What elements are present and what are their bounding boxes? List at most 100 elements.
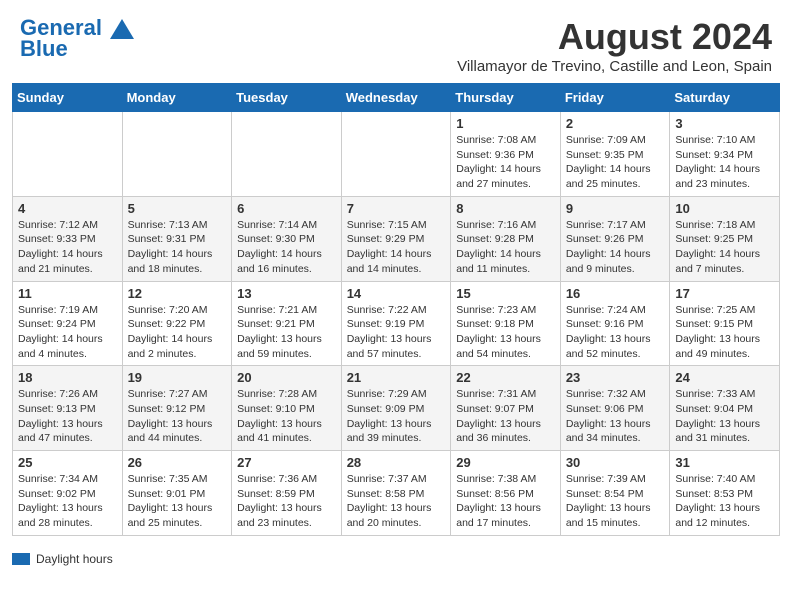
calendar-cell: 27 Sunrise: 7:36 AMSunset: 8:59 PMDayligh…: [232, 451, 342, 536]
day-number: 22: [456, 370, 555, 385]
legend-color-box: [12, 553, 30, 565]
day-number: 13: [237, 286, 336, 301]
day-number: 21: [347, 370, 446, 385]
day-number: 14: [347, 286, 446, 301]
calendar-cell: 22 Sunrise: 7:31 AMSunset: 9:07 PMDayligh…: [451, 366, 561, 451]
calendar-cell: 21 Sunrise: 7:29 AMSunset: 9:09 PMDayligh…: [341, 366, 451, 451]
day-number: 28: [347, 455, 446, 470]
day-info: Sunrise: 7:27 AMSunset: 9:12 PMDaylight:…: [128, 387, 227, 446]
day-info: Sunrise: 7:40 AMSunset: 8:53 PMDaylight:…: [675, 472, 774, 531]
day-info: Sunrise: 7:09 AMSunset: 9:35 PMDaylight:…: [566, 133, 665, 192]
day-info: Sunrise: 7:28 AMSunset: 9:10 PMDaylight:…: [237, 387, 336, 446]
day-info: Sunrise: 7:31 AMSunset: 9:07 PMDaylight:…: [456, 387, 555, 446]
calendar-subtitle: Villamayor de Trevino, Castille and Leon…: [457, 58, 772, 75]
day-info: Sunrise: 7:36 AMSunset: 8:59 PMDaylight:…: [237, 472, 336, 531]
day-info: Sunrise: 7:19 AMSunset: 9:24 PMDaylight:…: [18, 303, 117, 362]
day-info: Sunrise: 7:17 AMSunset: 9:26 PMDaylight:…: [566, 218, 665, 277]
calendar-container: SundayMondayTuesdayWednesdayThursdayFrid…: [0, 83, 792, 548]
day-number: 8: [456, 201, 555, 216]
day-number: 9: [566, 201, 665, 216]
day-header-friday: Friday: [560, 84, 670, 112]
week-row-3: 18 Sunrise: 7:26 AMSunset: 9:13 PMDayligh…: [13, 366, 780, 451]
calendar-cell: 11 Sunrise: 7:19 AMSunset: 9:24 PMDayligh…: [13, 281, 123, 366]
calendar-cell: 2 Sunrise: 7:09 AMSunset: 9:35 PMDaylight…: [560, 112, 670, 197]
day-info: Sunrise: 7:24 AMSunset: 9:16 PMDaylight:…: [566, 303, 665, 362]
day-header-monday: Monday: [122, 84, 232, 112]
calendar-cell: [232, 112, 342, 197]
day-info: Sunrise: 7:22 AMSunset: 9:19 PMDaylight:…: [347, 303, 446, 362]
day-number: 4: [18, 201, 117, 216]
day-info: Sunrise: 7:15 AMSunset: 9:29 PMDaylight:…: [347, 218, 446, 277]
day-info: Sunrise: 7:32 AMSunset: 9:06 PMDaylight:…: [566, 387, 665, 446]
calendar-header-row: SundayMondayTuesdayWednesdayThursdayFrid…: [13, 84, 780, 112]
logo-icon: [110, 19, 134, 39]
day-number: 6: [237, 201, 336, 216]
page-header: General Blue August 2024 Villamayor de T…: [0, 0, 792, 83]
day-number: 27: [237, 455, 336, 470]
legend-label: Daylight hours: [36, 552, 113, 566]
day-header-tuesday: Tuesday: [232, 84, 342, 112]
day-info: Sunrise: 7:12 AMSunset: 9:33 PMDaylight:…: [18, 218, 117, 277]
day-info: Sunrise: 7:08 AMSunset: 9:36 PMDaylight:…: [456, 133, 555, 192]
day-header-thursday: Thursday: [451, 84, 561, 112]
calendar-cell: 3Sunrise: 7:10 AMSunset: 9:34 PMDaylight…: [670, 112, 780, 197]
day-info: Sunrise: 7:33 AMSunset: 9:04 PMDaylight:…: [675, 387, 774, 446]
calendar-cell: 15Sunrise: 7:23 AMSunset: 9:18 PMDayligh…: [451, 281, 561, 366]
day-info: Sunrise: 7:21 AMSunset: 9:21 PMDaylight:…: [237, 303, 336, 362]
calendar-cell: 18 Sunrise: 7:26 AMSunset: 9:13 PMDayligh…: [13, 366, 123, 451]
day-number: 12: [128, 286, 227, 301]
day-number: 23: [566, 370, 665, 385]
calendar-cell: 8 Sunrise: 7:16 AMSunset: 9:28 PMDaylight…: [451, 196, 561, 281]
day-number: 11: [18, 286, 117, 301]
day-info: Sunrise: 7:25 AMSunset: 9:15 PMDaylight:…: [675, 303, 774, 362]
calendar-cell: 13 Sunrise: 7:21 AMSunset: 9:21 PMDayligh…: [232, 281, 342, 366]
day-number: 3: [675, 116, 774, 131]
day-info: Sunrise: 7:16 AMSunset: 9:28 PMDaylight:…: [456, 218, 555, 277]
day-info: Sunrise: 7:39 AMSunset: 8:54 PMDaylight:…: [566, 472, 665, 531]
day-info: Sunrise: 7:35 AMSunset: 9:01 PMDaylight:…: [128, 472, 227, 531]
week-row-2: 11 Sunrise: 7:19 AMSunset: 9:24 PMDayligh…: [13, 281, 780, 366]
calendar-cell: 31Sunrise: 7:40 AMSunset: 8:53 PMDayligh…: [670, 451, 780, 536]
day-number: 10: [675, 201, 774, 216]
day-header-sunday: Sunday: [13, 84, 123, 112]
day-number: 2: [566, 116, 665, 131]
day-info: Sunrise: 7:38 AMSunset: 8:56 PMDaylight:…: [456, 472, 555, 531]
day-number: 29: [456, 455, 555, 470]
title-area: August 2024 Villamayor de Trevino, Casti…: [457, 16, 772, 75]
day-number: 20: [237, 370, 336, 385]
calendar-cell: 17 Sunrise: 7:25 AMSunset: 9:15 PMDayligh…: [670, 281, 780, 366]
day-number: 19: [128, 370, 227, 385]
calendar-cell: 10 Sunrise: 7:18 AMSunset: 9:25 PMDayligh…: [670, 196, 780, 281]
calendar-cell: [13, 112, 123, 197]
day-number: 18: [18, 370, 117, 385]
calendar-cell: 29 Sunrise: 7:38 AMSunset: 8:56 PMDayligh…: [451, 451, 561, 536]
day-info: Sunrise: 7:37 AMSunset: 8:58 PMDaylight:…: [347, 472, 446, 531]
calendar-cell: 5 Sunrise: 7:13 AMSunset: 9:31 PMDaylight…: [122, 196, 232, 281]
day-number: 1: [456, 116, 555, 131]
day-number: 15: [456, 286, 555, 301]
day-number: 5: [128, 201, 227, 216]
calendar-cell: 26 Sunrise: 7:35 AMSunset: 9:01 PMDayligh…: [122, 451, 232, 536]
day-number: 24: [675, 370, 774, 385]
day-number: 30: [566, 455, 665, 470]
calendar-cell: 12 Sunrise: 7:20 AMSunset: 9:22 PMDayligh…: [122, 281, 232, 366]
day-number: 25: [18, 455, 117, 470]
day-header-wednesday: Wednesday: [341, 84, 451, 112]
day-info: Sunrise: 7:29 AMSunset: 9:09 PMDaylight:…: [347, 387, 446, 446]
day-info: Sunrise: 7:20 AMSunset: 9:22 PMDaylight:…: [128, 303, 227, 362]
day-header-saturday: Saturday: [670, 84, 780, 112]
calendar-table: SundayMondayTuesdayWednesdayThursdayFrid…: [12, 83, 780, 536]
day-info: Sunrise: 7:18 AMSunset: 9:25 PMDaylight:…: [675, 218, 774, 277]
calendar-cell: 28 Sunrise: 7:37 AMSunset: 8:58 PMDayligh…: [341, 451, 451, 536]
day-number: 16: [566, 286, 665, 301]
calendar-cell: 23 Sunrise: 7:32 AMSunset: 9:06 PMDayligh…: [560, 366, 670, 451]
logo: General Blue: [20, 16, 134, 62]
day-number: 26: [128, 455, 227, 470]
calendar-cell: 1 Sunrise: 7:08 AMSunset: 9:36 PMDaylight…: [451, 112, 561, 197]
day-info: Sunrise: 7:14 AMSunset: 9:30 PMDaylight:…: [237, 218, 336, 277]
day-number: 17: [675, 286, 774, 301]
day-info: Sunrise: 7:26 AMSunset: 9:13 PMDaylight:…: [18, 387, 117, 446]
calendar-cell: 25Sunrise: 7:34 AMSunset: 9:02 PMDayligh…: [13, 451, 123, 536]
day-info: Sunrise: 7:13 AMSunset: 9:31 PMDaylight:…: [128, 218, 227, 277]
calendar-cell: 20 Sunrise: 7:28 AMSunset: 9:10 PMDayligh…: [232, 366, 342, 451]
